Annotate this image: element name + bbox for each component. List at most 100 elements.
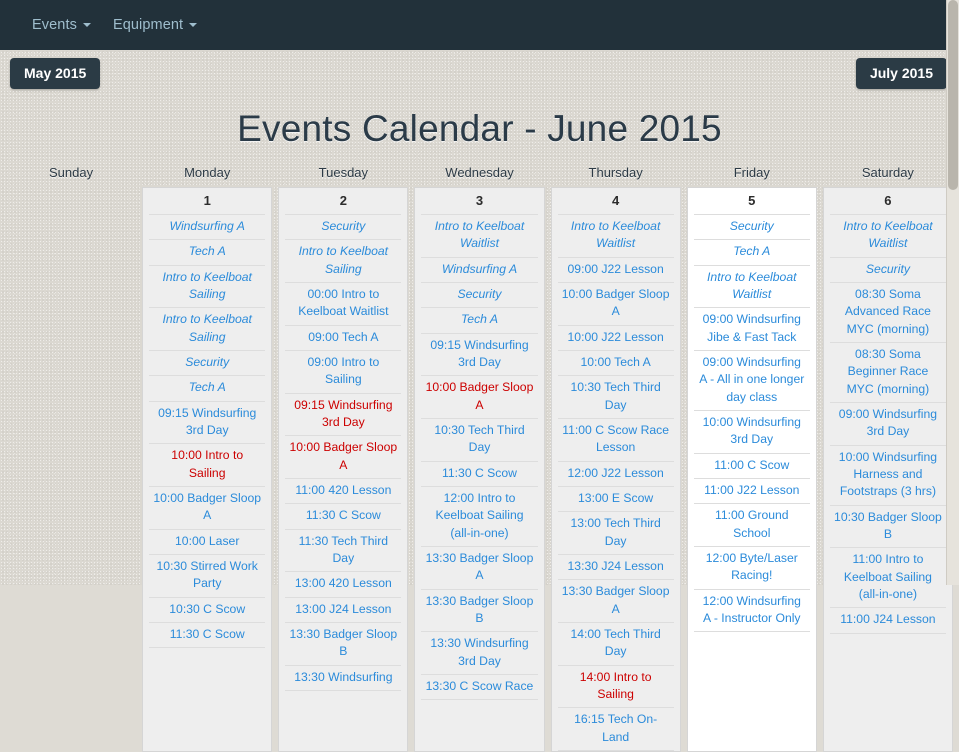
- chevron-down-icon: [82, 23, 91, 27]
- calendar-event[interactable]: 08:30 Soma Advanced Race MYC (morning): [829, 283, 946, 343]
- calendar-event[interactable]: Intro to Keelboat Sailing: [149, 266, 266, 309]
- day-cell-6[interactable]: 6 Intro to Keelboat Waitlist Security 08:30…: [822, 187, 953, 752]
- day-header-wednesday: Wednesday: [445, 165, 514, 180]
- day-cell-inner: 5 Security Tech A Intro to Keelboat Waitlis…: [688, 188, 816, 633]
- day-header-monday: Monday: [184, 165, 231, 180]
- calendar-event[interactable]: 12:00 Windsurfing A - Instructor Only: [693, 590, 810, 633]
- calendar-event[interactable]: 11:00 J22 Lesson: [693, 479, 810, 505]
- calendar-event[interactable]: 12:00 Byte/Laser Racing!: [693, 547, 810, 590]
- calendar-event[interactable]: 10:30 Tech Third Day: [557, 376, 674, 419]
- nav-item-events-label: Events: [32, 17, 77, 33]
- calendar-event[interactable]: 10:00 Badger Sloop A: [149, 487, 266, 530]
- calendar-event[interactable]: 09:00 Windsurfing A - All in one longer …: [693, 351, 810, 411]
- scrollbar-thumb[interactable]: [948, 0, 958, 190]
- day-header-thursday: Thursday: [588, 165, 643, 180]
- calendar-event[interactable]: 09:00 Windsurfing 3rd Day: [829, 403, 946, 446]
- calendar-event[interactable]: 13:30 C Scow Race: [421, 675, 538, 701]
- calendar-event[interactable]: 10:00 Windsurfing 3rd Day: [693, 411, 810, 454]
- calendar-event[interactable]: 13:30 Badger Sloop B: [285, 623, 402, 666]
- calendar-event[interactable]: 00:00 Intro to Keelboat Waitlist: [285, 283, 402, 326]
- calendar-event[interactable]: 10:00 Badger Sloop A: [285, 436, 402, 479]
- day-cell-3[interactable]: 3 Intro to Keelboat Waitlist Windsurfing A…: [414, 187, 545, 752]
- calendar-event[interactable]: 09:15 Windsurfing 3rd Day: [149, 402, 266, 445]
- calendar-event[interactable]: Windsurfing A: [149, 215, 266, 241]
- calendar-event[interactable]: 09:00 J22 Lesson: [557, 258, 674, 283]
- day-header-tuesday: Tuesday: [318, 165, 369, 180]
- calendar-event[interactable]: Intro to Keelboat Waitlist: [693, 266, 810, 309]
- calendar-event[interactable]: 10:00 J22 Lesson: [557, 326, 674, 351]
- day-cell-5[interactable]: 5 Security Tech A Intro to Keelboat Waitlis…: [686, 187, 817, 752]
- calendar-event[interactable]: Intro to Keelboat Waitlist: [557, 215, 674, 258]
- calendar-event[interactable]: 11:00 420 Lesson: [285, 479, 402, 505]
- day-cell-1[interactable]: 1 Windsurfing A Tech A Intro to Keelboat Sa…: [142, 187, 273, 752]
- calendar-event[interactable]: 11:30 C Scow: [421, 462, 538, 487]
- calendar-event[interactable]: Windsurfing A: [421, 258, 538, 283]
- calendar-event[interactable]: 13:30 Badger Sloop B: [421, 590, 538, 633]
- calendar-event[interactable]: 13:30 Windsurfing 3rd Day: [421, 632, 538, 675]
- next-month-button[interactable]: July 2015: [855, 58, 947, 89]
- calendar-event[interactable]: Intro to Keelboat Waitlist: [829, 215, 946, 258]
- calendar-event[interactable]: 13:30 Badger Sloop A: [557, 580, 674, 623]
- calendar-event[interactable]: 14:00 Intro to Sailing: [557, 666, 674, 709]
- calendar-event[interactable]: Security: [421, 283, 538, 309]
- calendar-event[interactable]: 11:30 C Scow: [285, 504, 402, 530]
- calendar-event[interactable]: Security: [693, 215, 810, 241]
- calendar-event[interactable]: 11:30 C Scow: [149, 623, 266, 649]
- calendar-event[interactable]: 10:00 Windsurfing Harness and Footstraps…: [829, 446, 946, 506]
- day-cell-2[interactable]: 2 Security Intro to Keelboat Sailing 00:00 …: [278, 187, 409, 752]
- day-header-saturday: Saturday: [861, 165, 914, 180]
- calendar-event[interactable]: Intro to Keelboat Waitlist: [421, 215, 538, 258]
- calendar-event[interactable]: 11:00 J24 Lesson: [829, 608, 946, 634]
- calendar-event[interactable]: 11:00 Intro to Keelboat Sailing (all-in-…: [829, 548, 946, 609]
- nav-item-equipment[interactable]: Equipment: [112, 17, 198, 33]
- nav-item-events[interactable]: Events: [32, 17, 91, 33]
- calendar-event[interactable]: 10:00 Tech A: [557, 351, 674, 377]
- page-scrollbar[interactable]: [946, 0, 959, 585]
- calendar-event[interactable]: Security: [149, 351, 266, 377]
- calendar-event[interactable]: Tech A: [149, 376, 266, 402]
- calendar-event[interactable]: 13:00 E Scow: [557, 487, 674, 513]
- calendar-event[interactable]: 11:00 C Scow: [693, 454, 810, 479]
- previous-month-button[interactable]: May 2015: [10, 58, 101, 89]
- calendar-event[interactable]: Intro to Keelboat Sailing: [285, 240, 402, 283]
- calendar-event[interactable]: 10:00 Laser: [149, 530, 266, 555]
- calendar-event[interactable]: 11:00 C Scow Race Lesson: [557, 419, 674, 462]
- calendar-event[interactable]: 11:30 Tech Third Day: [285, 530, 402, 573]
- calendar-event[interactable]: 10:30 Badger Sloop B: [829, 506, 946, 549]
- calendar-event[interactable]: 14:00 Tech Third Day: [557, 623, 674, 666]
- calendar-event[interactable]: Security: [829, 258, 946, 283]
- calendar-event[interactable]: Tech A: [421, 308, 538, 334]
- calendar-event[interactable]: Tech A: [149, 240, 266, 266]
- calendar-event[interactable]: Security: [285, 215, 402, 241]
- calendar-event[interactable]: 09:15 Windsurfing 3rd Day: [285, 394, 402, 437]
- calendar-event[interactable]: 10:00 Badger Sloop A: [421, 376, 538, 419]
- day-cell-inner: 1 Windsurfing A Tech A Intro to Keelboat Sa…: [143, 188, 271, 649]
- day-cell-inner: 4 Intro to Keelboat Waitlist 09:00 J22 Les…: [552, 188, 680, 751]
- calendar-event[interactable]: 11:00 Ground School: [693, 504, 810, 547]
- calendar-event[interactable]: 10:30 Stirred Work Party: [149, 555, 266, 598]
- month-navigation: May 2015 July 2015: [0, 50, 959, 96]
- calendar-event[interactable]: 08:30 Soma Beginner Race MYC (morning): [829, 343, 946, 403]
- calendar-event[interactable]: 16:15 Tech On-Land: [557, 708, 674, 751]
- calendar-event[interactable]: 13:00 J24 Lesson: [285, 598, 402, 623]
- calendar-event[interactable]: 13:00 Tech Third Day: [557, 512, 674, 555]
- nav-item-equipment-label: Equipment: [112, 17, 184, 33]
- calendar-event[interactable]: 12:00 J22 Lesson: [557, 462, 674, 487]
- calendar-event[interactable]: 09:15 Windsurfing 3rd Day: [421, 334, 538, 377]
- events-calendar-table: Sunday Monday Tuesday Wednesday Thursday…: [0, 164, 959, 752]
- calendar-event[interactable]: 10:00 Intro to Sailing: [149, 444, 266, 487]
- calendar-event[interactable]: 09:00 Tech A: [285, 326, 402, 351]
- calendar-event[interactable]: 13:30 Badger Sloop A: [421, 547, 538, 590]
- calendar-event[interactable]: 09:00 Windsurfing Jibe & Fast Tack: [693, 308, 810, 351]
- calendar-event[interactable]: Intro to Keelboat Sailing: [149, 308, 266, 351]
- calendar-event[interactable]: 09:00 Intro to Sailing: [285, 351, 402, 394]
- calendar-event[interactable]: 10:30 Tech Third Day: [421, 419, 538, 462]
- calendar-event[interactable]: 10:00 Badger Sloop A: [557, 283, 674, 326]
- calendar-event[interactable]: 13:30 J24 Lesson: [557, 555, 674, 581]
- calendar-event[interactable]: 12:00 Intro to Keelboat Sailing (all-in-…: [421, 487, 538, 547]
- calendar-event[interactable]: 10:30 C Scow: [149, 598, 266, 623]
- day-number: 5: [693, 188, 810, 215]
- calendar-event[interactable]: 13:30 Windsurfing: [285, 666, 402, 691]
- day-cell-4[interactable]: 4 Intro to Keelboat Waitlist 09:00 J22 Les…: [550, 187, 681, 752]
- calendar-event[interactable]: Tech A: [693, 240, 810, 266]
